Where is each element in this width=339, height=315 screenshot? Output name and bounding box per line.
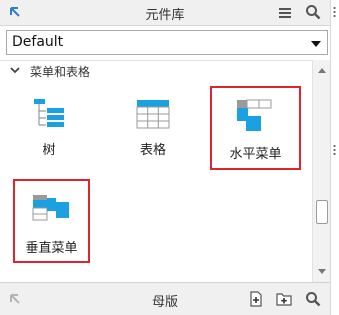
widget-label: 树: [42, 143, 56, 158]
category-header[interactable]: 菜单和表格: [0, 61, 312, 81]
chevron-down-icon: [311, 41, 321, 47]
widget-library-panel: 元件库 Default 菜单和表格 树 表格 水平菜单 垂直菜单 母版: [0, 0, 330, 315]
widget-vertical-menu[interactable]: 垂直菜单: [13, 179, 90, 263]
widget-label: 表格: [139, 143, 166, 158]
table-icon: [136, 100, 170, 129]
drag-handle-icon[interactable]: [333, 144, 336, 156]
add-folder-icon[interactable]: [276, 291, 292, 307]
widget-label: 水平菜单: [229, 147, 282, 162]
chevron-down-icon: [10, 67, 20, 74]
masters-header: 母版: [0, 282, 330, 315]
menu-icon[interactable]: [278, 6, 292, 20]
vertical-menu-icon: [32, 195, 69, 221]
category-label: 菜单和表格: [30, 65, 91, 79]
widget-label: 垂直菜单: [25, 241, 78, 256]
scrollbar-thumb[interactable]: [316, 200, 328, 224]
scroll-down-arrow-icon[interactable]: [318, 269, 326, 274]
widget-list: 菜单和表格 树 表格 水平菜单 垂直菜单: [0, 60, 312, 282]
library-select[interactable]: Default: [6, 30, 328, 55]
horizontal-menu-icon: [237, 99, 272, 131]
scroll-up-arrow-icon[interactable]: [318, 68, 326, 73]
search-icon[interactable]: [305, 291, 321, 307]
library-select-value: Default: [12, 34, 64, 50]
widget-table[interactable]: 表格: [118, 93, 188, 159]
widget-tree[interactable]: 树: [14, 93, 84, 159]
tree-icon: [34, 99, 64, 127]
widget-list-scrollbar[interactable]: [312, 60, 330, 282]
add-master-icon[interactable]: [248, 291, 264, 307]
drag-handle-icon[interactable]: [333, 6, 336, 18]
search-icon[interactable]: [305, 4, 321, 20]
widget-horizontal-menu[interactable]: 水平菜单: [210, 86, 301, 170]
adjacent-panel-edge: [330, 0, 339, 315]
library-header: 元件库: [0, 0, 330, 26]
